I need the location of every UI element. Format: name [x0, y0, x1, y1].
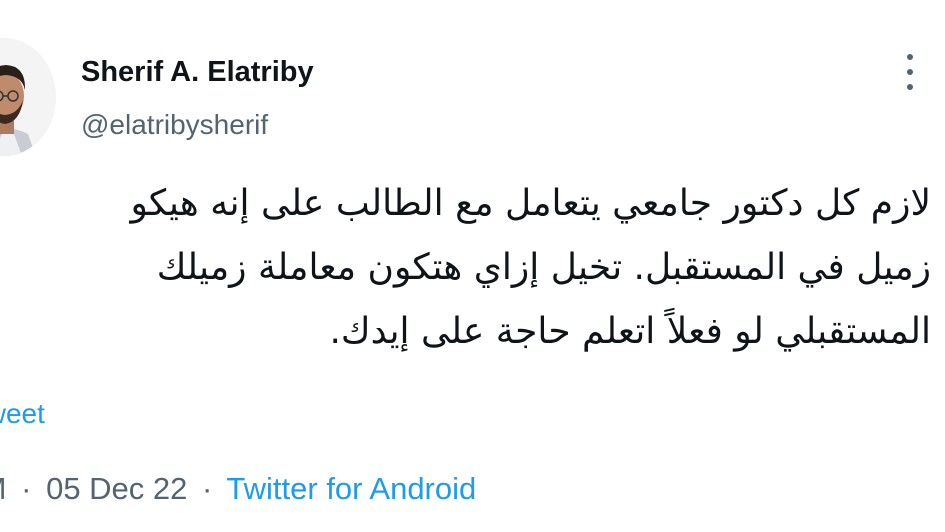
more-options-icon[interactable] [900, 54, 920, 90]
tweet-time[interactable]: PM [0, 471, 7, 506]
meta-separator: · [202, 471, 213, 506]
meta-separator: · [21, 471, 32, 506]
author-avatar[interactable] [0, 38, 56, 156]
tweet-card: Sherif A. Elatriby @elatribysherif لازم … [0, 0, 945, 532]
tweet-source-link[interactable]: Twitter for Android [226, 471, 476, 506]
more-dot [907, 69, 913, 75]
more-dot [907, 54, 913, 60]
tweet-date[interactable]: 05 Dec 22 [46, 471, 187, 506]
person-photo-icon [0, 38, 56, 156]
tweet-text-line: لازم كل دكتور جامعي يتعامل مع الطالب على… [130, 183, 931, 224]
translate-tweet-link[interactable]: ate Tweet [0, 398, 45, 430]
tweet-text-line: زميل في المستقبل. تخيل إزاي هتكون معاملة… [156, 247, 931, 288]
more-dot [907, 84, 913, 90]
author-display-name[interactable]: Sherif A. Elatriby [81, 56, 314, 89]
tweet-text-line: المستقبلي لو فعلاً اتعلم حاجة على إيدك. [329, 311, 931, 352]
author-handle[interactable]: @elatribysherif [81, 109, 268, 141]
tweet-text: لازم كل دكتور جامعي يتعامل مع الطالب على… [130, 172, 931, 364]
tweet-meta: PM · 05 Dec 22 · Twitter for Android [0, 471, 476, 507]
